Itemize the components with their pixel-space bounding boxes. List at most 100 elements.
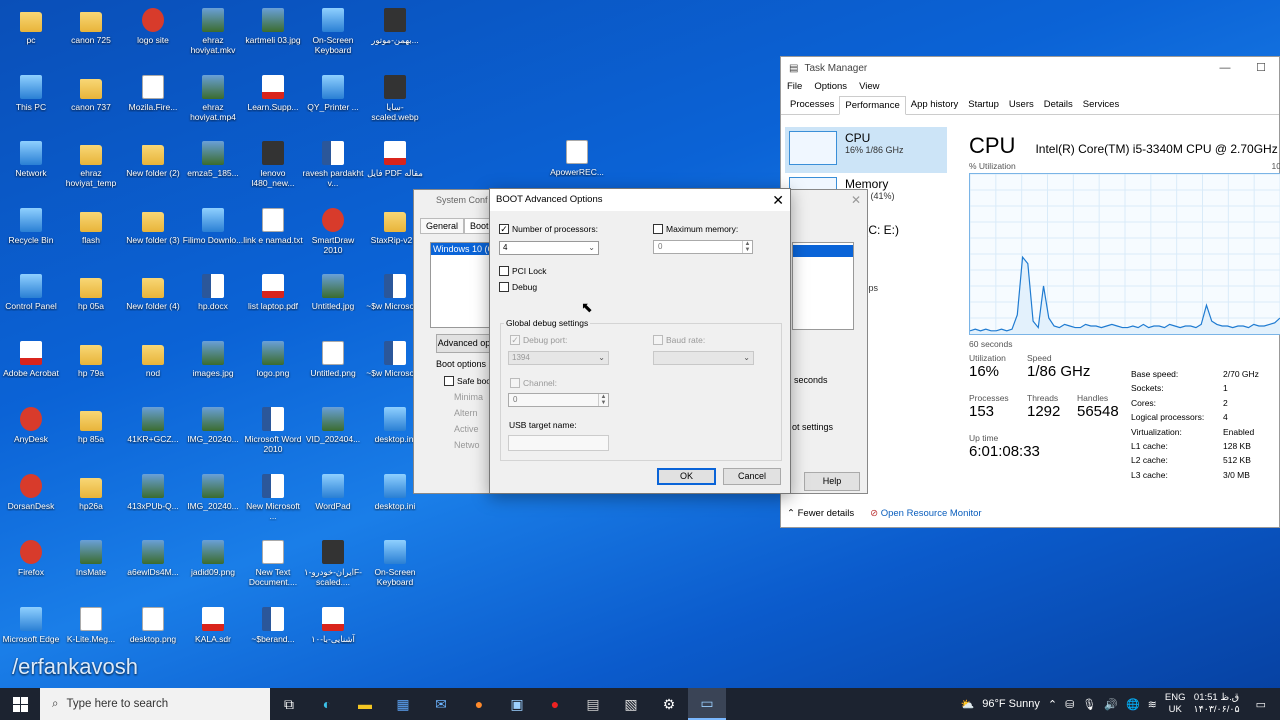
tab-performance[interactable]: Performance	[839, 96, 906, 115]
desktop-icon[interactable]: a6ewlDs4M...	[122, 540, 184, 577]
desktop-icon[interactable]: DorsanDesk	[0, 473, 62, 511]
desktop-icon[interactable]: ~$berand...	[242, 606, 304, 644]
radio-network[interactable]: Netwo	[454, 440, 480, 450]
tab-general[interactable]: General	[420, 218, 465, 234]
advanced-options-button[interactable]: Advanced op	[436, 334, 492, 353]
resource-item[interactable]: CPU 16% 1/86 GHz	[785, 127, 947, 173]
task-view-icon[interactable]: ⧉	[270, 688, 308, 720]
desktop-icon[interactable]: Adobe Acrobat	[0, 340, 62, 378]
menu-item-file[interactable]: File	[787, 81, 802, 92]
desktop-icon[interactable]: logo site	[122, 8, 184, 45]
desktop-icon[interactable]: lenovo l480_new...	[242, 141, 304, 188]
search-box[interactable]: ⌕ Type here to search	[40, 688, 270, 720]
desktop-icon[interactable]: Network	[0, 141, 62, 178]
desktop-icon[interactable]: hp26a	[60, 474, 122, 511]
desktop-icon[interactable]: kartmeli 03.jpg	[242, 8, 304, 45]
desktop-icon[interactable]: canon 725	[60, 8, 122, 45]
close-icon[interactable]: ✕	[772, 192, 784, 209]
fewer-details-button[interactable]: ⌃ Fewer details	[787, 508, 854, 519]
channel-input[interactable]: 0 ▲ ▼	[508, 393, 609, 407]
store-icon[interactable]: ▦	[384, 688, 422, 720]
desktop-icon[interactable]: Filimo Downlo...	[182, 207, 244, 245]
pci-lock-checkbox[interactable]: PCI Lock	[499, 266, 547, 276]
boot-entry-list[interactable]: Windows 10 (C	[430, 242, 490, 328]
desktop-icon[interactable]: AnyDesk	[0, 407, 62, 444]
debug-port-checkbox[interactable]: ✓ Debug port:	[510, 335, 567, 345]
desktop-icon[interactable]: This PC	[0, 74, 62, 112]
desktop-icon[interactable]: VID_202404...	[302, 407, 364, 444]
desktop-icon[interactable]: سایا-scaled.webp	[364, 74, 426, 122]
desktop-icon[interactable]: Untitled.jpg	[302, 274, 364, 311]
settings-gear-icon[interactable]: ⚙	[650, 688, 688, 720]
open-resource-monitor-link[interactable]: ⊘ Open Resource Monitor	[870, 508, 981, 519]
desktop-icon[interactable]: emza5_185...	[182, 141, 244, 178]
tab-startup[interactable]: Startup	[963, 96, 1004, 114]
spinner-icon[interactable]: ▲ ▼	[742, 241, 752, 253]
tools-icon[interactable]: ▧	[612, 688, 650, 720]
max-memory-checkbox[interactable]: Maximum memory:	[653, 224, 738, 234]
desktop-icon[interactable]: New folder (2)	[122, 141, 184, 178]
ok-button[interactable]: OK	[657, 468, 716, 485]
usb-icon[interactable]: ⛁	[1065, 698, 1074, 711]
desktop-icon[interactable]: 413xPUb-Q...	[122, 473, 184, 511]
desktop-icon[interactable]: hp 79a	[60, 341, 122, 378]
desktop-icon[interactable]: ehraz hoviyat.mkv	[182, 8, 244, 55]
menu-item-options[interactable]: Options	[814, 81, 847, 92]
desktop-icon[interactable]: IMG_20240...	[182, 407, 244, 444]
desktop-icon[interactable]: hp.docx	[182, 274, 244, 311]
desktop-icon[interactable]: Microsoft Edge	[0, 606, 62, 644]
start-button[interactable]	[0, 688, 40, 720]
desktop-icon[interactable]: list laptop.pdf	[242, 274, 304, 311]
desktop-icon[interactable]: InsMate	[60, 540, 122, 577]
desktop-icon[interactable]: New Microsoft ...	[242, 473, 304, 521]
radio-minimal[interactable]: Minima	[454, 392, 483, 402]
desktop-icon[interactable]: New folder (4)	[122, 274, 184, 311]
max-memory-input[interactable]: 0 ▲ ▼	[653, 240, 753, 254]
desktop-icon[interactable]: ایران-خودرو-۱F-scaled....	[302, 540, 364, 587]
desktop-icon[interactable]: Untitled.png	[302, 340, 364, 378]
remote-icon[interactable]: ▤	[574, 688, 612, 720]
boot-advanced-options-dialog[interactable]: BOOT Advanced Options ✕ ✓ Number of proce…	[489, 188, 791, 494]
clock[interactable]: 01:51 ق.ظ ۱۴۰۳/۰۶/۰۵	[1193, 692, 1239, 716]
menu-item-view[interactable]: View	[859, 81, 879, 92]
desktop-icon[interactable]: New folder (3)	[122, 208, 184, 245]
task-manager-titlebar[interactable]: ▤ Task Manager	[781, 57, 1279, 79]
desktop-icon[interactable]: SmartDraw 2010	[302, 207, 364, 255]
desktop-icon[interactable]: On-Screen Keyboard	[364, 540, 426, 587]
num-processors-checkbox[interactable]: ✓ Number of processors:	[499, 224, 598, 234]
desktop-icon[interactable]: آشنایی-با-۱۰	[302, 606, 364, 644]
radio-active[interactable]: Active	[454, 424, 479, 434]
edge-icon[interactable]: ◐	[308, 688, 346, 720]
tab-services[interactable]: Services	[1078, 96, 1124, 114]
desktop-icon[interactable]: ApowerREC...	[546, 140, 608, 177]
mail-icon[interactable]: ✉	[422, 688, 460, 720]
desktop-icon[interactable]: link e namad.txt	[242, 207, 304, 245]
globe-icon[interactable]: 🌐	[1126, 698, 1140, 711]
debug-checkbox[interactable]: Debug	[499, 282, 537, 292]
desktop-icon[interactable]: ehraz hoviyat.mp4	[182, 74, 244, 122]
desktop-icon[interactable]: 41KR+GCZ...	[122, 407, 184, 444]
boot-entry[interactable]: Windows 10 (C	[431, 243, 489, 255]
cancel-button[interactable]: Cancel	[723, 468, 781, 485]
desktop-icon[interactable]: hp 85a	[60, 407, 122, 444]
desktop-icon[interactable]: QY_Printer ...	[302, 74, 364, 112]
desktop-icon[interactable]: canon 737	[60, 75, 122, 112]
system-config-taskbar-icon[interactable]: ▭	[688, 688, 726, 720]
baud-rate-checkbox[interactable]: Baud rate:	[653, 335, 705, 345]
desktop-icon[interactable]: pc	[0, 8, 62, 45]
desktop-icon[interactable]: logo.png	[242, 340, 304, 378]
desktop-icon[interactable]: Mozila.Fire...	[122, 74, 184, 112]
desktop-icon[interactable]: ehraz hoviyat_temp	[60, 141, 122, 188]
tab-users[interactable]: Users	[1004, 96, 1039, 114]
desktop-icon[interactable]: Microsoft Word 2010	[242, 407, 304, 454]
desktop-icon[interactable]: IMG_20240...	[182, 473, 244, 511]
wifi-icon[interactable]: ≋	[1148, 698, 1157, 711]
tab-processes[interactable]: Processes	[785, 96, 839, 114]
safe-boot-checkbox[interactable]: Safe boot	[444, 376, 493, 386]
desktop-icon[interactable]: flash	[60, 208, 122, 245]
file-explorer-icon[interactable]: ▬	[346, 688, 384, 720]
help-button[interactable]: Help	[804, 472, 860, 491]
weather-text[interactable]: 96°F Sunny	[982, 698, 1040, 710]
desktop-icon[interactable]: فایل PDF مقاله	[364, 141, 426, 178]
microphone-icon[interactable]: 🎙	[1082, 698, 1096, 711]
